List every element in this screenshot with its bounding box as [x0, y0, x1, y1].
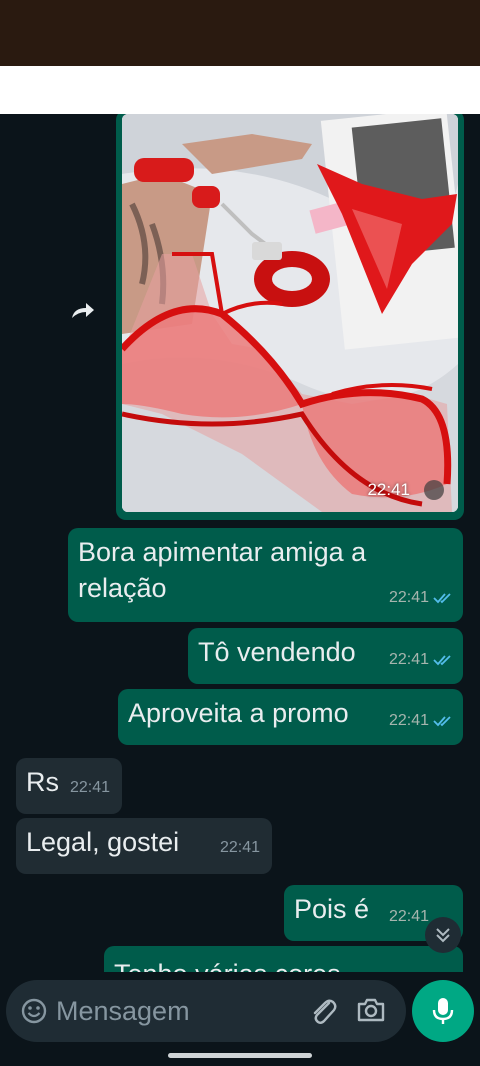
message-meta: 22:41	[70, 770, 110, 806]
chat-area[interactable]: 22:41 Bora apimentar amiga a relação 22:…	[0, 114, 480, 972]
forward-icon[interactable]	[64, 294, 100, 330]
message-meta: 22:41	[389, 642, 453, 678]
message-text: Rs	[26, 767, 59, 797]
message-bubble-outgoing[interactable]: Tenho várias cores	[104, 946, 463, 972]
message-bubble-incoming[interactable]: Rs 22:41	[16, 758, 122, 814]
message-meta: 22:41	[220, 830, 260, 866]
status-bar	[0, 0, 480, 66]
message-bubble-incoming[interactable]: Legal, gostei 22:41	[16, 818, 272, 874]
message-time: 22:41	[69, 779, 110, 796]
double-check-icon	[433, 716, 451, 727]
message-text: Pois é	[294, 894, 370, 924]
message-time: 22:41	[388, 651, 429, 668]
message-time: 22:41	[388, 908, 429, 925]
image-message[interactable]: 22:41	[116, 114, 464, 520]
product-photo[interactable]: 22:41	[122, 114, 458, 512]
camera-icon[interactable]	[356, 996, 386, 1024]
message-text: Aproveita a promo	[128, 698, 349, 728]
emoji-icon[interactable]	[20, 997, 48, 1025]
message-time: 22:41	[388, 712, 429, 729]
message-bubble-outgoing[interactable]: Aproveita a promo 22:41	[118, 689, 463, 745]
header-bar	[0, 66, 480, 114]
paperclip-icon[interactable]	[308, 995, 338, 1027]
message-bubble-outgoing[interactable]: Bora apimentar amiga a relação 22:41	[68, 528, 463, 622]
message-composer	[6, 980, 406, 1042]
double-check-icon	[433, 655, 451, 666]
message-time: 22:41	[219, 839, 260, 856]
view-once-icon	[424, 480, 444, 500]
message-text: Legal, gostei	[26, 827, 180, 857]
message-bubble-outgoing[interactable]: Tô vendendo 22:41	[188, 628, 463, 684]
double-check-icon	[433, 593, 451, 604]
mic-button[interactable]	[412, 980, 474, 1042]
message-meta: 22:41	[389, 580, 453, 616]
message-text: Tô vendendo	[198, 637, 356, 667]
chevron-double-down-icon	[436, 928, 450, 943]
mic-icon	[432, 998, 454, 1024]
home-indicator	[168, 1053, 312, 1058]
message-text: Tenho várias cores	[114, 959, 341, 972]
message-time: 22:41	[367, 480, 410, 499]
photo-illustration	[122, 114, 458, 512]
scroll-to-bottom-button[interactable]	[425, 917, 461, 953]
message-time: 22:41	[388, 589, 429, 606]
message-meta: 22:41	[389, 899, 429, 935]
message-input[interactable]	[56, 993, 296, 1029]
message-meta: 22:41	[389, 703, 453, 739]
